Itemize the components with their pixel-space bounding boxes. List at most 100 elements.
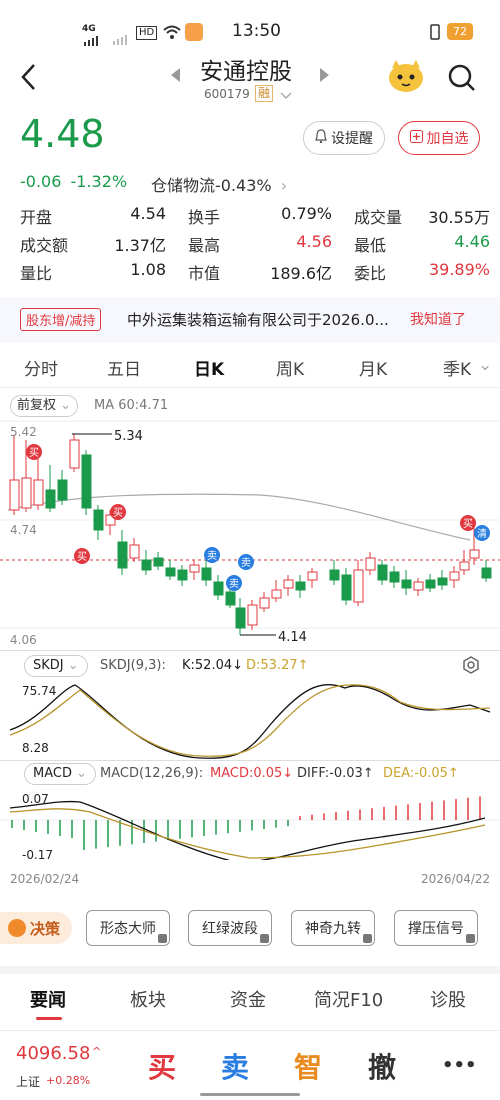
buy-button[interactable]: 买	[148, 1046, 176, 1086]
notice-bar[interactable]: 股东增/减持 中外运集装箱运输有限公司于2026.0... 我知道了	[0, 297, 500, 343]
bottom-tab[interactable]: 要闻	[30, 986, 66, 1012]
last-price-value: 4.48	[20, 112, 105, 156]
quote-label: 量比	[20, 264, 53, 283]
period-tab[interactable]: 分时	[24, 355, 58, 380]
index-pct: +0.28%	[46, 1074, 91, 1087]
search-icon[interactable]	[448, 64, 476, 96]
skdj-d-line	[9, 684, 491, 757]
macd-select[interactable]: MACD ⌄	[24, 763, 96, 785]
stock-code: 600179	[204, 87, 250, 101]
candle-body	[213, 581, 224, 596]
candle-body	[377, 564, 388, 581]
sell-signal-label: 卖	[229, 578, 239, 590]
candle-body	[353, 569, 364, 603]
bell-icon	[315, 129, 327, 147]
candle-body	[459, 561, 470, 571]
bottom-tab[interactable]: 简况F10	[314, 986, 383, 1012]
quote-cell: 开盘 4.54	[20, 204, 188, 232]
stock-name: 安通控股	[200, 59, 292, 85]
macd-diff: DIFF:-0.03↑	[297, 766, 374, 781]
bottom-tab[interactable]: 诊股	[430, 986, 466, 1012]
price-change-pct: -1.32%	[70, 172, 128, 191]
decision-icon	[8, 919, 26, 937]
price-change: -0.06	[20, 172, 62, 191]
lock-icon	[158, 934, 167, 943]
more-button[interactable]: •••	[442, 1055, 477, 1076]
mascot-icon[interactable]	[386, 58, 426, 98]
candle-body	[481, 567, 492, 579]
tab-underline	[36, 1017, 62, 1020]
high-marker-label: 5.34	[114, 429, 143, 444]
buy-signal-label: 买	[77, 551, 87, 563]
index-value[interactable]: 4096.58	[16, 1043, 90, 1064]
macd-top-label: 0.07	[22, 792, 49, 806]
cancel-order-button[interactable]: 撤	[368, 1046, 396, 1086]
candle-body	[165, 567, 176, 577]
candle-body	[69, 439, 80, 469]
period-tab[interactable]: 季K	[443, 355, 471, 380]
adjust-select[interactable]: 前复权 ⌄	[10, 395, 79, 417]
battery-icon: 72	[447, 23, 473, 40]
period-tab[interactable]: 日K	[194, 355, 224, 380]
spacer	[0, 966, 500, 974]
quote-label: 最高	[188, 236, 221, 255]
chevron-down-icon[interactable]	[280, 86, 292, 105]
decision-label: 决策	[30, 920, 61, 938]
ma-label: MA 60:4.71	[94, 398, 169, 413]
candle-body	[93, 509, 104, 531]
vibrate-icon	[428, 24, 442, 44]
quote-value: 1.37亿	[114, 236, 166, 255]
candle-body	[449, 571, 460, 581]
add-watchlist-label: 加自选	[426, 131, 469, 147]
kline-chart[interactable]: 买买买卖卖卖买清	[0, 420, 500, 860]
candle-body	[365, 557, 376, 571]
quote-cell: 市值 189.6亿	[188, 260, 354, 288]
sell-button[interactable]: 卖	[221, 1046, 249, 1086]
set-alert-button[interactable]: 设提醒	[303, 121, 385, 155]
back-icon[interactable]	[18, 62, 40, 96]
sell-signal-label: 卖	[241, 557, 251, 569]
change-line: -0.06 -1.32%	[20, 172, 127, 191]
period-tabs: 分时 五日 日K 周K 月K 季K ⌄	[0, 344, 500, 388]
quote-cell: 成交额 1.37亿	[20, 232, 188, 260]
candle-body	[9, 479, 20, 511]
adjust-label: 前复权	[17, 398, 57, 413]
next-stock-icon[interactable]	[320, 67, 330, 86]
candle-body	[401, 579, 412, 589]
candle-body	[389, 571, 400, 583]
quote-value: 1.08	[130, 260, 166, 279]
decision-badge[interactable]: 决策	[0, 912, 72, 944]
candle-body	[341, 574, 352, 601]
macd-dea-line	[9, 808, 486, 859]
chevron-down-icon[interactable]: ⌄	[478, 355, 492, 375]
bottom-tab[interactable]: 板块	[130, 986, 166, 1012]
settings-icon[interactable]	[462, 656, 480, 678]
last-price: 4.48	[20, 112, 105, 156]
candle-body	[81, 454, 92, 509]
candle-body	[21, 477, 32, 509]
prev-stock-icon[interactable]	[171, 67, 181, 86]
skdj-select[interactable]: SKDJ ⌄	[24, 655, 88, 677]
add-watchlist-button[interactable]: 加自选	[398, 121, 480, 155]
period-tab[interactable]: 周K	[276, 355, 304, 380]
skdj-bot-label: 8.28	[22, 741, 49, 755]
action-bar: 4096.58 ^ 上证 +0.28%	[0, 1030, 500, 1100]
quote-cell: 最低 4.46	[354, 232, 490, 260]
home-indicator	[200, 1093, 300, 1096]
candle-body	[177, 569, 188, 581]
sell-signal-label: 卖	[207, 550, 217, 562]
smart-button[interactable]: 智	[294, 1046, 322, 1086]
y-min-label: 4.06	[10, 633, 37, 647]
candle-body	[129, 544, 140, 559]
notice-dismiss[interactable]: 我知道了	[410, 309, 466, 329]
index-up-icon: ^	[92, 1045, 102, 1058]
sector-link[interactable]: 仓储物流-0.43% ›	[151, 172, 287, 196]
quote-label: 成交额	[20, 236, 69, 255]
bottom-tab[interactable]: 资金	[230, 986, 266, 1012]
date-end: 2026/04/22	[421, 872, 491, 886]
period-tab[interactable]: 月K	[359, 355, 387, 380]
candle-body	[45, 489, 56, 509]
signal-icon	[84, 32, 100, 50]
candle-body	[295, 581, 306, 591]
period-tab[interactable]: 五日	[107, 355, 141, 380]
